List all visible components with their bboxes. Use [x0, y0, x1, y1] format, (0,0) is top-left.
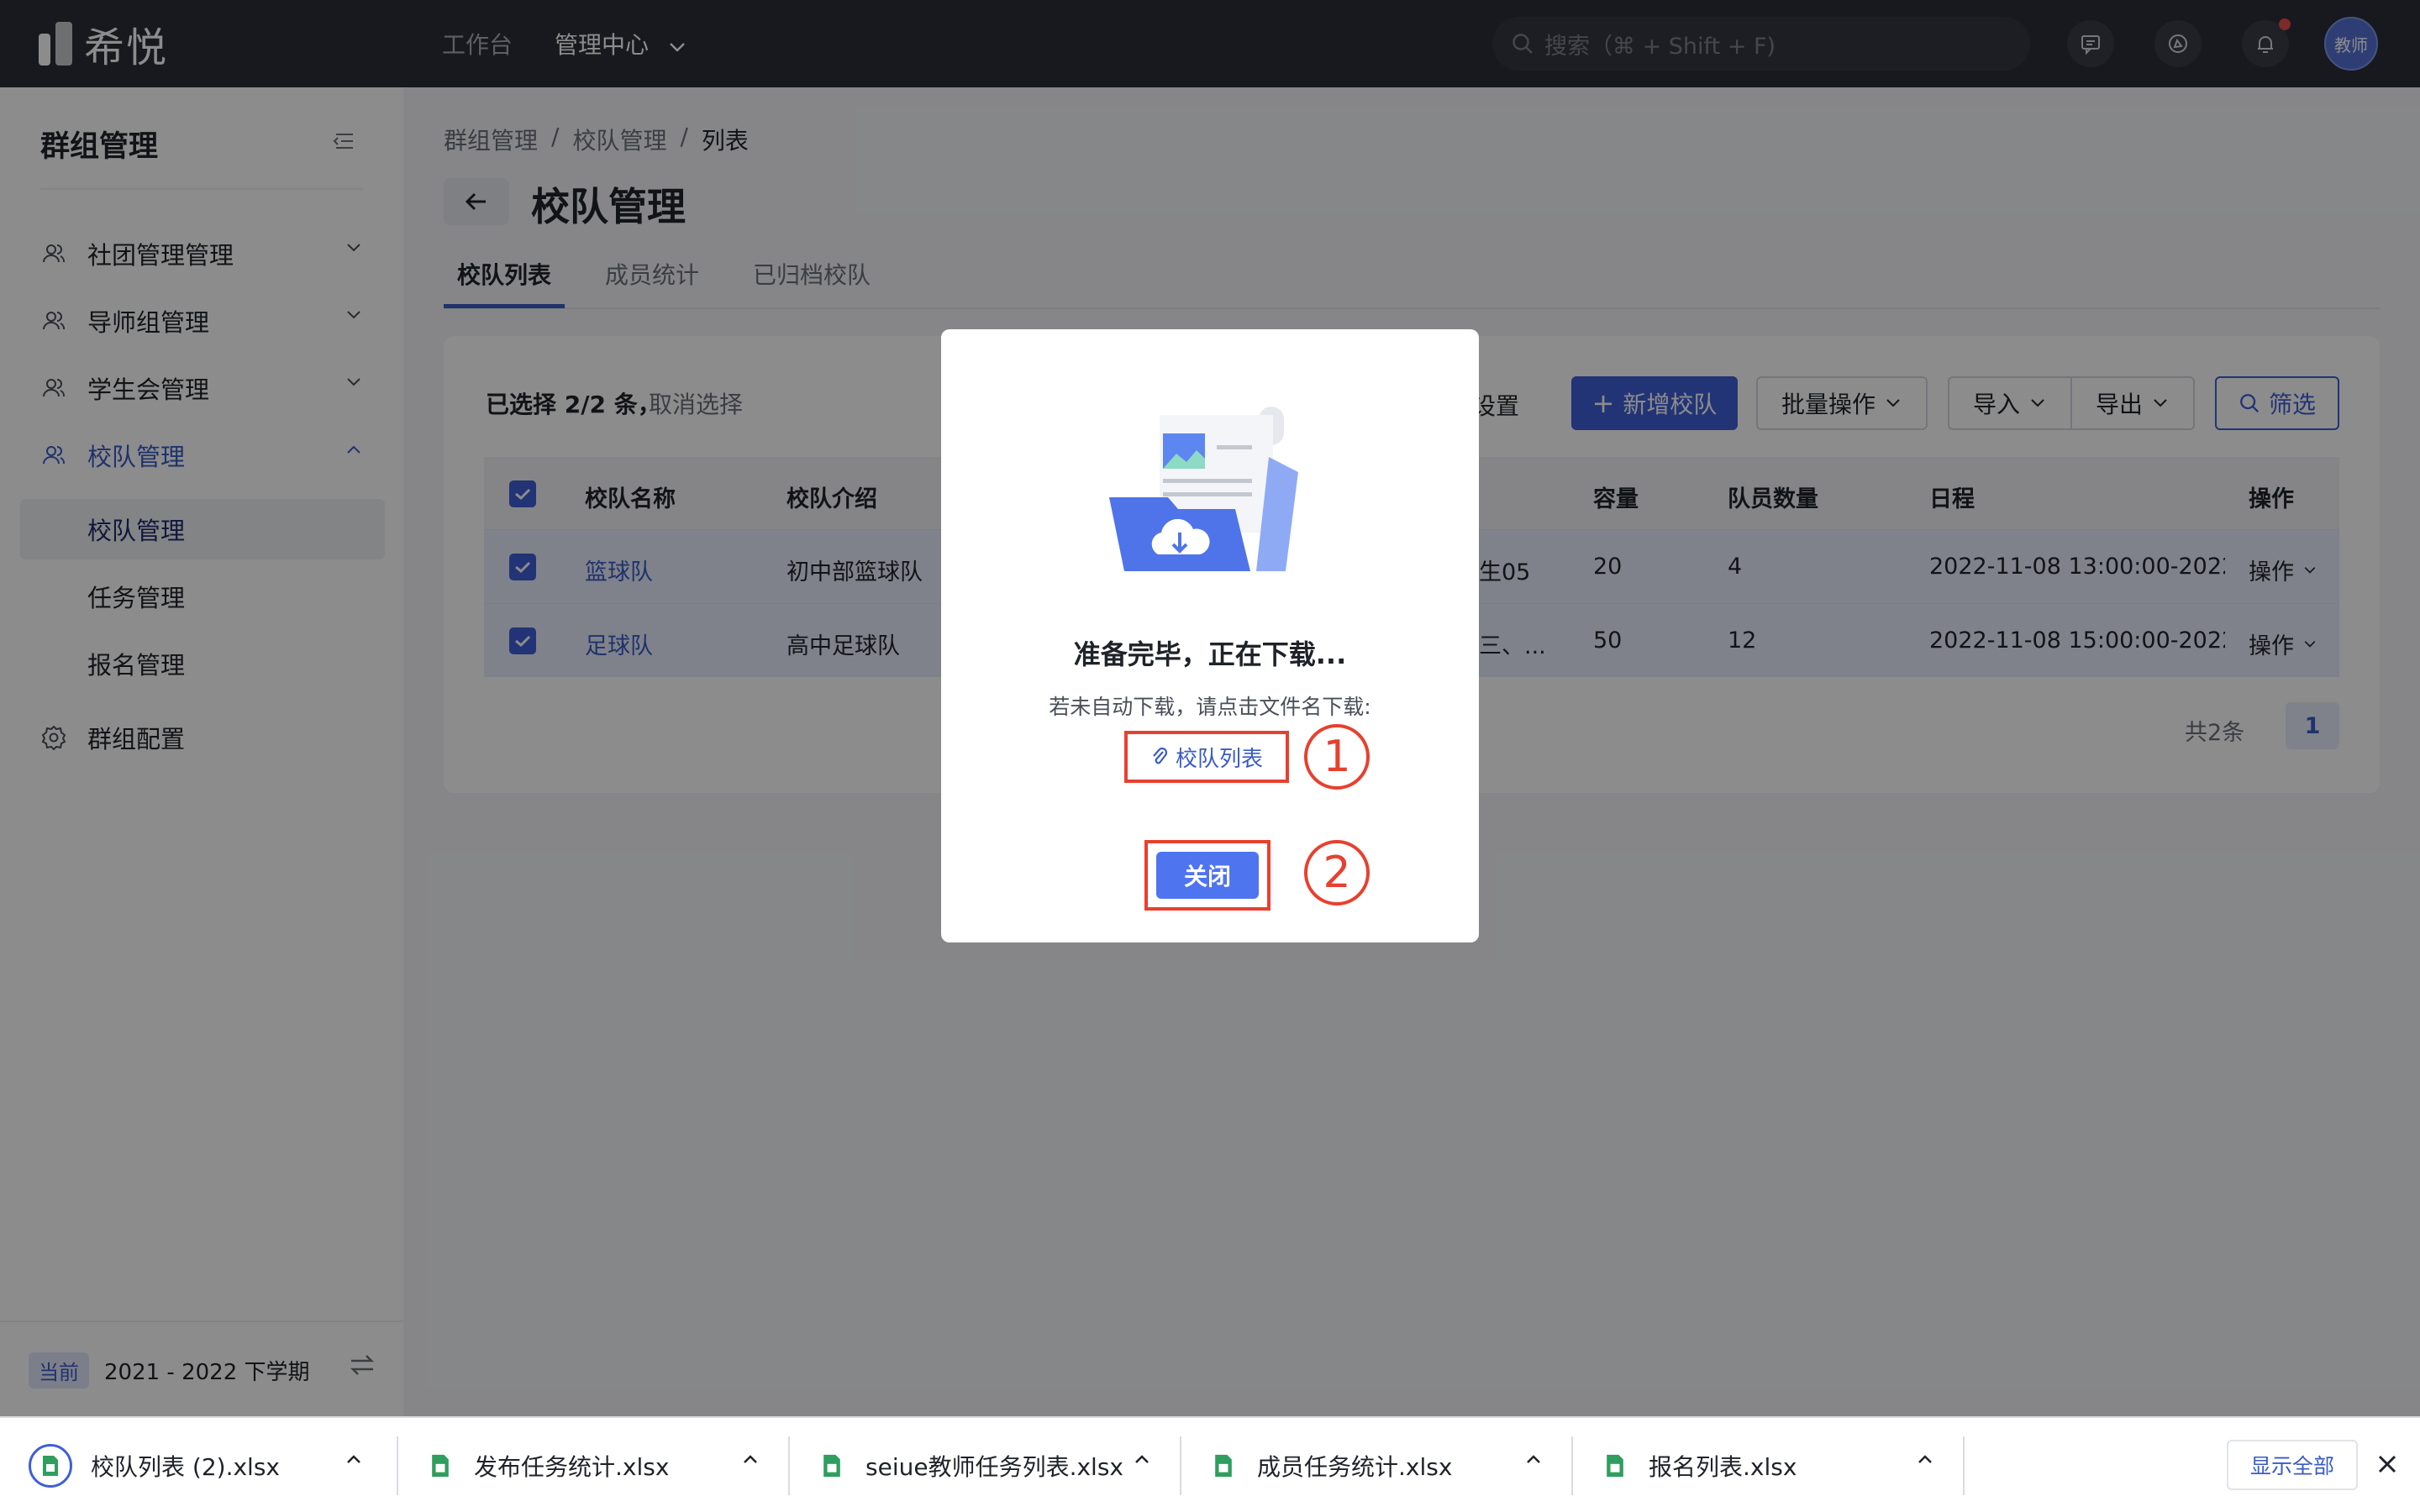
chevron-up-icon[interactable] — [1133, 1453, 1151, 1465]
close-button-highlight: 关闭 — [1144, 840, 1270, 911]
download-item[interactable]: seiue教师任务列表.xlsx — [788, 1418, 1180, 1512]
annotation-marker-2: 2 — [1304, 840, 1370, 906]
download-file-link[interactable]: 校队列表 — [1124, 731, 1289, 783]
annotation-marker-1: 1 — [1304, 724, 1370, 790]
paperclip-icon — [1153, 747, 1168, 764]
download-file-name: 发布任务统计.xlsx — [474, 1453, 670, 1481]
download-modal: 准备完毕，正在下载... 若未自动下载，请点击文件名下载: 校队列表 1 关闭 … — [941, 329, 1479, 942]
close-icon[interactable] — [2375, 1452, 2400, 1477]
spreadsheet-file-icon — [1600, 1448, 1630, 1483]
chevron-up-icon[interactable] — [345, 1453, 363, 1465]
download-file-name: seiue教师任务列表.xlsx — [865, 1453, 1123, 1481]
downloads-bar: 校队列表 (2).xlsx 发布任务统计.xlsx seiue教师任务列表.xl… — [0, 1416, 2420, 1512]
download-file-name: 成员任务统计.xlsx — [1257, 1453, 1453, 1481]
spreadsheet-file-icon — [29, 1444, 72, 1488]
download-file-name: 校队列表 (2).xlsx — [91, 1453, 280, 1481]
close-button[interactable]: 关闭 — [1156, 852, 1259, 899]
chevron-up-icon[interactable] — [741, 1453, 760, 1465]
download-item[interactable]: 发布任务统计.xlsx — [397, 1418, 788, 1512]
download-item[interactable]: 校队列表 (2).xlsx — [0, 1418, 392, 1512]
download-file-name: 报名列表.xlsx — [1649, 1453, 1797, 1481]
download-file-label: 校队列表 — [1175, 746, 1263, 772]
download-item[interactable]: 报名列表.xlsx — [1571, 1418, 1963, 1512]
download-item[interactable]: 成员任务统计.xlsx — [1180, 1418, 1571, 1512]
spreadsheet-file-icon — [1208, 1448, 1239, 1483]
download-divider — [1963, 1436, 1965, 1495]
spreadsheet-file-icon — [425, 1448, 455, 1483]
folder-download-illustration — [1109, 407, 1298, 571]
chevron-up-icon[interactable] — [1916, 1453, 1934, 1465]
spreadsheet-file-icon — [817, 1448, 847, 1483]
modal-title: 准备完毕，正在下载... — [1073, 638, 1347, 670]
chevron-up-icon[interactable] — [1524, 1453, 1543, 1465]
show-all-downloads-button[interactable]: 显示全部 — [2227, 1440, 2358, 1490]
modal-description: 若未自动下载，请点击文件名下载: — [1049, 695, 1371, 719]
